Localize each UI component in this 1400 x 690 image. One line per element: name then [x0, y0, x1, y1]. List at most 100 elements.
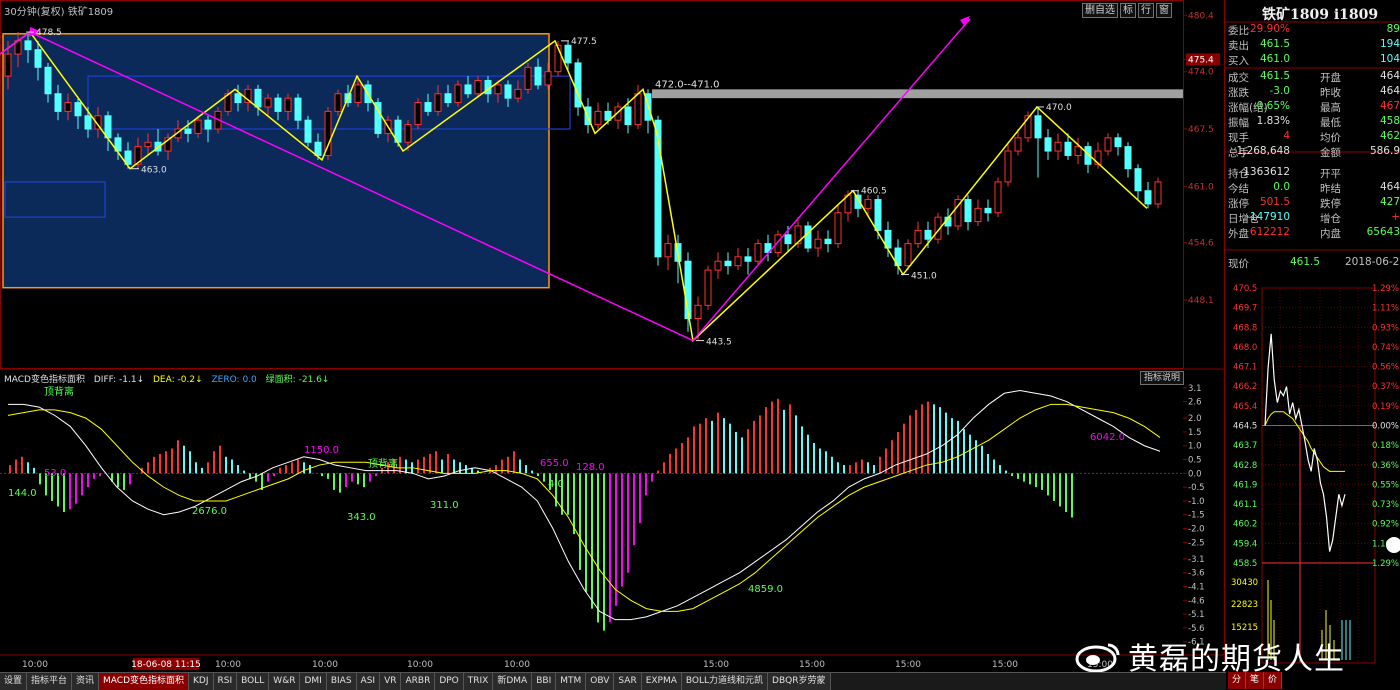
- candle-body: [54, 93, 62, 112]
- window-button[interactable]: 窗: [1156, 3, 1172, 18]
- quote-row: 总手 1,268,648 金额 586.9: [1226, 145, 1400, 160]
- tab-22[interactable]: DBQR岁劳蒙: [768, 673, 831, 690]
- candle-body: [734, 256, 742, 267]
- candle-body: [444, 93, 452, 104]
- price-axis-label: 448.1: [1188, 296, 1214, 306]
- quote-value: 461.5: [1259, 38, 1290, 50]
- candle-body: [294, 97, 302, 121]
- tab-1[interactable]: 指标平台: [27, 673, 73, 690]
- candle-body: [454, 84, 462, 104]
- candle-body: [184, 128, 192, 134]
- quote-label-2: 开盘: [1320, 72, 1341, 84]
- candle-body: [974, 207, 982, 223]
- macd-annotation: 6042.0: [1090, 432, 1125, 443]
- tab-8[interactable]: DMI: [300, 673, 327, 690]
- candle-body: [494, 84, 502, 95]
- quote-label-2: 跌停: [1320, 198, 1341, 210]
- macd-annotation: 4.0: [548, 479, 564, 490]
- candle-body: [984, 207, 992, 214]
- tab-2[interactable]: 资讯: [72, 673, 100, 690]
- tab-7[interactable]: W&R: [269, 673, 301, 690]
- tab-19[interactable]: SAR: [614, 673, 642, 690]
- macd-annotation: 128.0: [576, 462, 605, 473]
- quote-label-2: 内盘: [1320, 228, 1341, 240]
- tab-13[interactable]: DPO: [435, 673, 464, 690]
- tab-11[interactable]: VR: [380, 673, 402, 690]
- mark-button[interactable]: 标: [1120, 3, 1136, 18]
- candle-body: [254, 88, 262, 108]
- pivot-label: 463.0: [141, 166, 167, 176]
- quote-row: 涨停 501.5 跌停 427: [1226, 196, 1400, 211]
- tab-18[interactable]: OBV: [586, 673, 615, 690]
- candle-body: [1124, 146, 1132, 170]
- quote-row: 涨跌 -3.0 昨收 464: [1226, 85, 1400, 100]
- quote-value-2: 65643: [1366, 226, 1400, 238]
- legend-zero: ZERO: 0.0: [211, 375, 257, 385]
- candle-body: [304, 119, 312, 143]
- tab-3[interactable]: MACD变色指标面积: [99, 673, 190, 690]
- candle-body: [564, 44, 572, 64]
- indicator-help-button[interactable]: 指标说明: [1140, 371, 1185, 385]
- candle-body: [924, 229, 932, 240]
- diff-line: [8, 390, 1161, 621]
- indicator-legend: MACD变色指标面积 DIFF: -1.1↓ DEA: -0.2↓ ZERO: …: [4, 372, 335, 385]
- tab-21[interactable]: BOLL力道线和元凯: [681, 673, 769, 690]
- quote-value: -147910: [1246, 211, 1290, 223]
- candle-body: [664, 243, 672, 258]
- tab-12[interactable]: ARBR: [401, 673, 436, 690]
- quote-row: 涨幅(结) -0.65% 最高 467: [1226, 100, 1400, 115]
- tab-16[interactable]: BBI: [532, 673, 557, 690]
- candle-body: [594, 110, 602, 126]
- candle-body: [204, 119, 212, 130]
- tab-9[interactable]: BIAS: [326, 673, 357, 690]
- candle-body: [514, 88, 522, 99]
- chart-canvas[interactable]: 472.0--471.0 478.5 463.0 477.5 443.5 460.5 451…: [0, 0, 1400, 689]
- quote-row: 今结 0.0 昨结 464: [1226, 181, 1400, 196]
- tab-17[interactable]: MTM: [556, 673, 587, 690]
- tab-14[interactable]: TRIX: [463, 673, 494, 690]
- quote-label-2: 开平: [1320, 168, 1341, 180]
- quote-value: 0.0: [1273, 181, 1290, 193]
- quote-label: 成交: [1228, 72, 1249, 84]
- tab-0[interactable]: 设置: [0, 673, 28, 690]
- remove-favorite-button[interactable]: 删自选: [1082, 3, 1118, 18]
- candle-body: [44, 66, 52, 95]
- tab-15[interactable]: 新DMA: [493, 673, 533, 690]
- candle-body: [904, 243, 912, 267]
- quote-value: 501.5: [1259, 196, 1290, 208]
- macd-axis-label: -4.1: [1188, 583, 1205, 593]
- candle-body: [624, 106, 632, 126]
- time-axis-label: 15:00: [895, 660, 921, 670]
- quote-label-2: 最低: [1320, 117, 1341, 129]
- candle-body: [474, 80, 482, 95]
- tab-6[interactable]: BOLL: [237, 673, 270, 690]
- resistance-label: 472.0--471.0: [655, 79, 719, 90]
- quote-value-2: 89: [1386, 23, 1400, 35]
- tab-20[interactable]: EXPMA: [641, 673, 682, 690]
- quote-value-2: 467: [1379, 100, 1400, 112]
- tab-4[interactable]: KDJ: [189, 673, 214, 690]
- candle-body: [194, 119, 202, 134]
- quote-value-2: 464: [1379, 70, 1400, 82]
- candle-body: [1074, 146, 1082, 156]
- row-button[interactable]: 行: [1138, 3, 1154, 18]
- indicator-name: MACD变色指标面积: [4, 375, 85, 385]
- quote-label-2: 均价: [1320, 132, 1341, 144]
- candle-body: [334, 93, 342, 112]
- watermark-text: 黄磊的期货人生: [1128, 642, 1345, 677]
- macd-axis-label: -3.6: [1188, 569, 1205, 579]
- candle-body: [1104, 137, 1112, 152]
- candle-body: [874, 199, 882, 231]
- price-axis-label: 475.4: [1188, 55, 1214, 65]
- candle-body: [264, 97, 272, 108]
- quote-value-2: 462: [1379, 130, 1400, 142]
- macd-annotation: 顶背离: [368, 457, 398, 470]
- macd-axis-label: -2.5: [1188, 538, 1205, 548]
- macd-axis-label: -4.6: [1188, 596, 1205, 606]
- quote-value-2: 194: [1379, 38, 1400, 50]
- macd-axis-label: -3.1: [1188, 555, 1205, 565]
- quote-value: 461.0: [1259, 53, 1290, 65]
- macd-axis-label: -0.5: [1188, 483, 1205, 493]
- tab-5[interactable]: RSI: [213, 673, 238, 690]
- tab-10[interactable]: ASI: [356, 673, 381, 690]
